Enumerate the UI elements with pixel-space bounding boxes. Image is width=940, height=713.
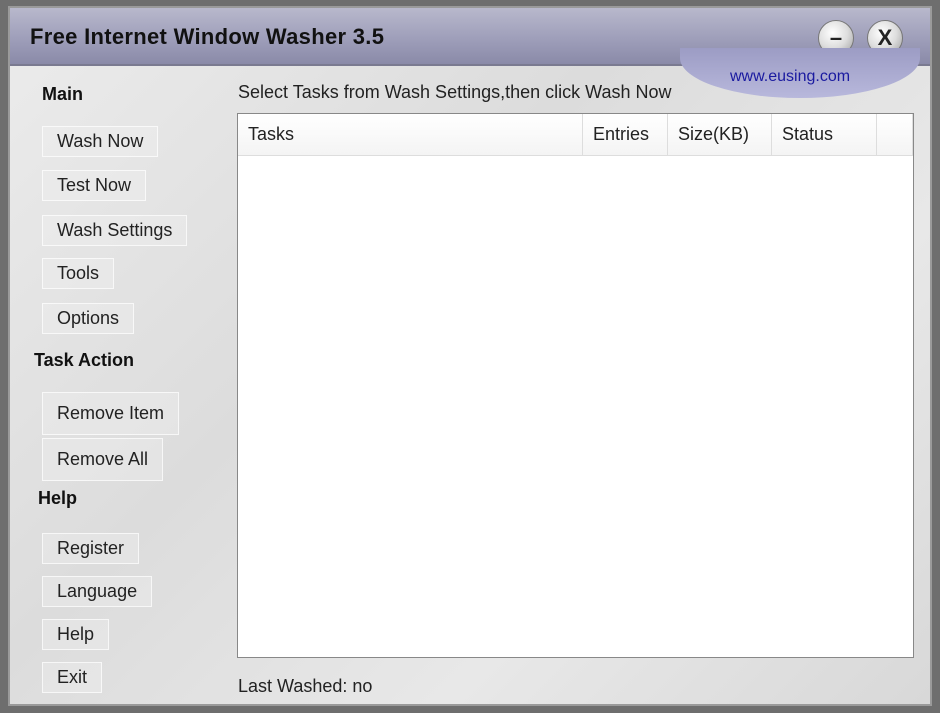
remove-item-button[interactable]: Remove Item xyxy=(42,392,180,435)
register-button[interactable]: Register xyxy=(42,533,140,564)
options-button[interactable]: Options xyxy=(42,303,135,334)
section-help: Help xyxy=(38,488,78,508)
instruction-text: Select Tasks from Wash Settings,then cli… xyxy=(238,82,672,102)
column-status[interactable]: Status xyxy=(772,114,877,155)
app-window: Free Internet Window Washer 3.5 – X www.… xyxy=(8,6,932,706)
column-filler xyxy=(877,114,913,155)
language-button[interactable]: Language xyxy=(42,576,153,607)
website-link[interactable]: www.eusing.com xyxy=(730,68,850,86)
help-button[interactable]: Help xyxy=(42,619,110,650)
column-entries[interactable]: Entries xyxy=(583,114,668,155)
test-now-button[interactable]: Test Now xyxy=(42,170,147,201)
remove-all-button[interactable]: Remove All xyxy=(42,438,164,481)
column-size[interactable]: Size(KB) xyxy=(668,114,772,155)
window-title: Free Internet Window Washer 3.5 xyxy=(30,24,385,49)
tools-button[interactable]: Tools xyxy=(42,258,115,289)
exit-button[interactable]: Exit xyxy=(42,662,103,693)
column-tasks[interactable]: Tasks xyxy=(238,114,583,155)
wash-now-button[interactable]: Wash Now xyxy=(42,126,159,157)
tasks-list[interactable]: Tasks Entries Size(KB) Status xyxy=(237,113,914,658)
section-task-action: Task Action xyxy=(34,350,135,370)
wash-settings-button[interactable]: Wash Settings xyxy=(42,215,188,246)
list-header: Tasks Entries Size(KB) Status xyxy=(238,114,913,156)
last-washed-status: Last Washed: no xyxy=(238,676,373,696)
section-main: Main xyxy=(42,84,84,104)
